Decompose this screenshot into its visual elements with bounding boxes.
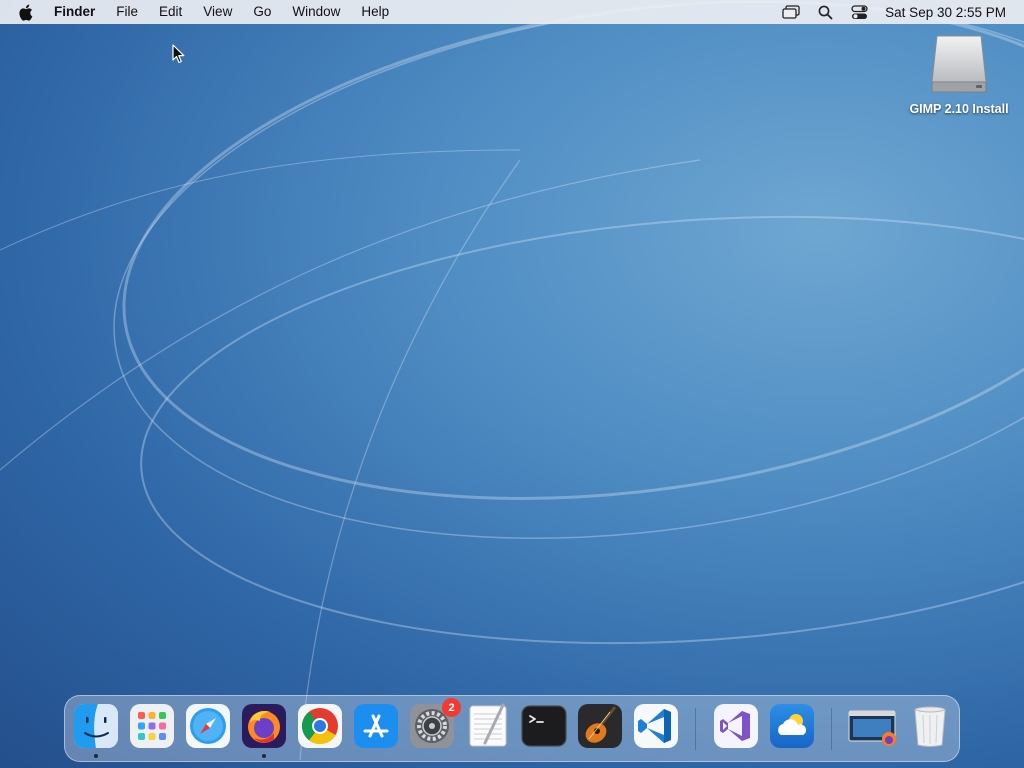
desktop-drive[interactable]: GIMP 2.10 Install <box>904 34 1014 116</box>
menu-go[interactable]: Go <box>253 0 271 24</box>
safari-icon <box>186 704 230 748</box>
terminal-icon <box>521 705 567 747</box>
menu-app-name[interactable]: Finder <box>54 0 95 24</box>
app-store-icon <box>354 704 398 748</box>
running-indicator <box>262 754 266 758</box>
screen-mirroring-icon[interactable] <box>781 4 801 20</box>
dock-item-garageband[interactable] <box>577 703 623 749</box>
menu-view[interactable]: View <box>203 0 232 24</box>
dock-item-chrome[interactable] <box>297 703 343 749</box>
dock-item-firefox[interactable] <box>241 703 287 749</box>
dock-separator <box>695 708 696 750</box>
dock-item-terminal[interactable] <box>521 703 567 749</box>
dock-item-finder[interactable] <box>73 703 119 749</box>
menu-edit[interactable]: Edit <box>159 0 182 24</box>
launchpad-icon <box>130 704 174 748</box>
menu-bar: Finder File Edit View Go Window Help Sat… <box>0 0 1024 24</box>
visual-studio-icon <box>714 704 758 748</box>
chrome-icon <box>298 704 342 748</box>
dock-item-launchpad[interactable] <box>129 703 175 749</box>
running-indicator <box>94 754 98 758</box>
apple-menu-icon[interactable] <box>18 3 34 21</box>
trash-icon <box>914 706 946 747</box>
vscode-icon <box>634 704 678 748</box>
wallpaper <box>0 0 1024 761</box>
finder-icon <box>74 704 118 748</box>
garageband-icon <box>578 704 622 748</box>
firefox-icon <box>242 704 286 748</box>
minimized-window-icon <box>848 710 896 746</box>
notification-badge: 2 <box>442 698 461 717</box>
dock-item-minimized-window[interactable] <box>847 703 899 749</box>
drive-label: GIMP 2.10 Install <box>909 102 1009 116</box>
dock-item-textedit[interactable] <box>465 703 511 749</box>
control-center-icon[interactable] <box>849 4 869 20</box>
dock-item-trash[interactable] <box>907 703 953 749</box>
dock-item-visual-studio[interactable] <box>713 703 759 749</box>
external-drive-icon <box>929 34 989 96</box>
dock-item-app-store[interactable] <box>353 703 399 749</box>
menu-file[interactable]: File <box>116 0 138 24</box>
dock-item-safari[interactable] <box>185 703 231 749</box>
menu-window[interactable]: Window <box>292 0 340 24</box>
menu-help[interactable]: Help <box>361 0 389 24</box>
menu-clock[interactable]: Sat Sep 30 2:55 PM <box>885 5 1006 20</box>
textedit-icon <box>469 703 507 747</box>
dock-item-weather[interactable] <box>769 703 815 749</box>
mouse-cursor-icon <box>172 44 185 64</box>
dock-item-system-settings[interactable]: 2 <box>409 698 461 749</box>
dock-separator <box>831 708 832 750</box>
dock: 2 <box>64 695 960 762</box>
dock-item-vscode[interactable] <box>633 703 679 749</box>
spotlight-search-icon[interactable] <box>815 4 835 20</box>
weather-icon <box>770 704 814 748</box>
